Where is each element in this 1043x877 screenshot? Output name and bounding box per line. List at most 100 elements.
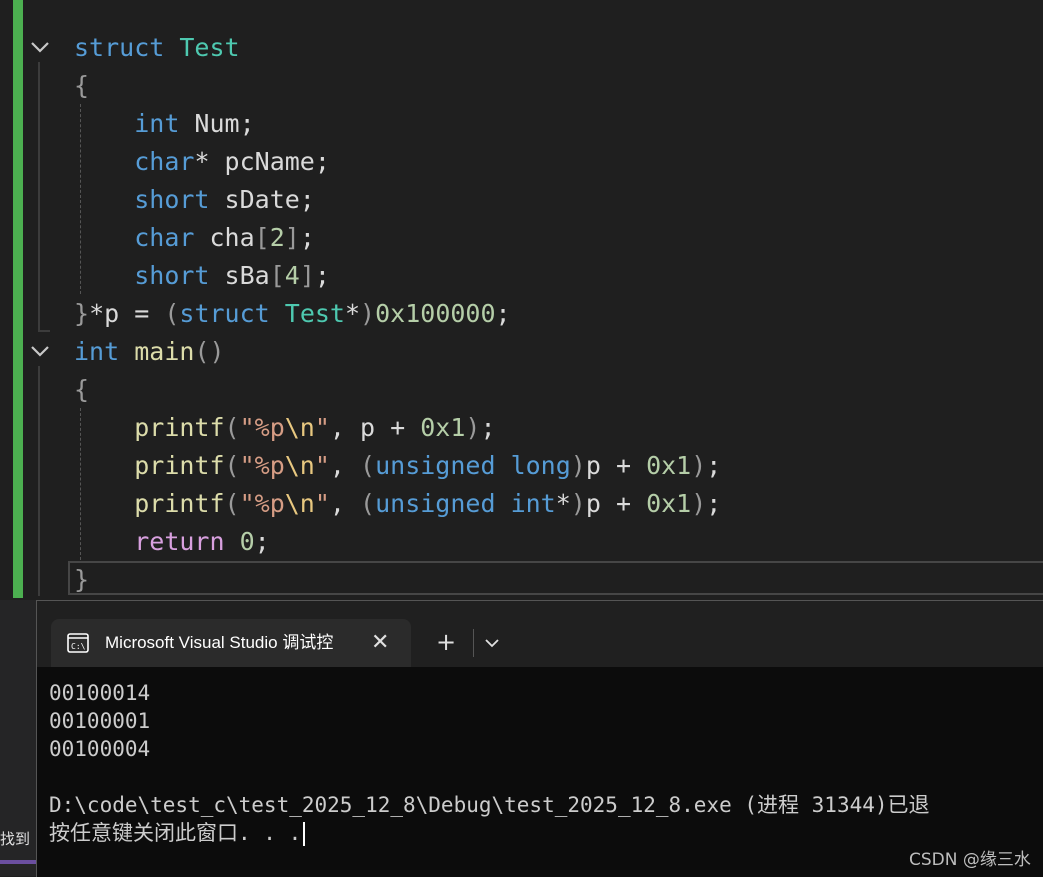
close-icon[interactable]: ✕: [371, 619, 389, 667]
code-token: struct: [179, 299, 270, 328]
watermark-text: CSDN @缘三水: [909, 850, 1031, 870]
code-line[interactable]: short sDate;: [74, 181, 315, 219]
code-token: int: [510, 489, 556, 518]
fold-chevron-icon[interactable]: [28, 35, 52, 59]
code-token: ): [570, 489, 586, 518]
code-token: ): [465, 413, 481, 442]
code-token: }: [74, 299, 90, 328]
code-token: ;: [706, 451, 722, 480]
code-token: {: [74, 71, 90, 100]
code-line[interactable]: {: [74, 67, 89, 105]
code-token: \n: [284, 451, 315, 480]
code-token: ;: [706, 489, 722, 518]
code-token: , p +: [329, 413, 421, 442]
svg-text:C:\: C:\: [71, 642, 86, 651]
fold-region-end: [38, 330, 50, 332]
code-token: unsigned: [375, 451, 496, 480]
code-token: (): [194, 337, 225, 366]
code-token: ;: [314, 261, 330, 290]
code-token: [: [269, 261, 285, 290]
code-line[interactable]: {: [74, 371, 89, 409]
code-token: Test: [179, 33, 240, 62]
code-token: printf: [134, 413, 225, 442]
code-token: char: [134, 223, 195, 252]
code-token: long: [510, 451, 571, 480]
code-token: "%p: [239, 451, 285, 480]
code-token: ,: [329, 489, 361, 518]
code-line[interactable]: char cha[2];: [74, 219, 315, 257]
code-line[interactable]: }*p = (struct Test*)0x100000;: [74, 295, 511, 333]
code-token: *: [344, 299, 361, 328]
code-line[interactable]: }: [74, 561, 89, 599]
code-token: ": [314, 489, 330, 518]
find-results-label[interactable]: 找到: [0, 828, 36, 849]
code-line[interactable]: printf("%p\n", (unsigned long)p + 0x1);: [74, 447, 721, 485]
code-token: (: [360, 489, 376, 518]
code-token: *: [555, 489, 571, 518]
code-token: sDate;: [209, 185, 315, 214]
code-token: (: [224, 489, 240, 518]
code-token: \n: [284, 489, 315, 518]
code-token: ": [314, 451, 330, 480]
code-token: printf: [134, 451, 225, 480]
code-line[interactable]: short sBa[4];: [74, 257, 330, 295]
code-token: [: [254, 223, 270, 252]
code-token: 4: [284, 261, 300, 290]
code-token: 2: [269, 223, 285, 252]
code-token: (: [224, 451, 240, 480]
code-token: 0x1: [646, 489, 692, 518]
terminal-tab-bar: C:\ Microsoft Visual Studio 调试控 ✕ +: [37, 601, 1043, 667]
console-prompt-text: 按任意键关闭此窗口. . .: [49, 821, 302, 845]
code-token: short: [134, 261, 210, 290]
code-token: 0x1: [646, 451, 692, 480]
current-line-highlight: [68, 561, 1043, 595]
code-token: Num;: [179, 109, 255, 138]
code-token: ]: [284, 223, 300, 252]
code-token: 0x1: [420, 413, 466, 442]
new-tab-button[interactable]: +: [435, 627, 457, 657]
code-line[interactable]: int main(): [74, 333, 225, 371]
code-token: ,: [329, 451, 361, 480]
code-token: (: [224, 413, 240, 442]
code-line[interactable]: return 0;: [74, 523, 270, 561]
fold-region-line: [38, 62, 40, 332]
fold-chevron-icon[interactable]: [28, 339, 52, 363]
code-token: * pcName;: [194, 147, 330, 176]
console-output-line: 00100004: [49, 737, 151, 761]
code-line[interactable]: int Num;: [74, 105, 255, 143]
fold-region-line: [38, 366, 40, 596]
code-token: \n: [284, 413, 315, 442]
code-token: printf: [134, 489, 225, 518]
code-line[interactable]: printf("%p\n", (unsigned int*)p + 0x1);: [74, 485, 721, 523]
text-cursor: [303, 822, 306, 846]
tab-debug-console[interactable]: C:\ Microsoft Visual Studio 调试控 ✕: [51, 619, 411, 667]
code-line[interactable]: struct Test: [74, 29, 240, 67]
chevron-down-icon[interactable]: [482, 631, 502, 655]
code-token: (: [164, 299, 180, 328]
code-token: 0x100000: [375, 299, 496, 328]
code-editor[interactable]: struct Test{ int Num; char* pcName; shor…: [0, 0, 1043, 600]
debug-console-window[interactable]: C:\ Microsoft Visual Studio 调试控 ✕ + 0010…: [36, 600, 1043, 877]
code-token: char: [134, 147, 195, 176]
code-token: }: [74, 565, 90, 594]
code-line[interactable]: printf("%p\n", p + 0x1);: [74, 409, 495, 447]
code-token: ): [570, 451, 586, 480]
code-line[interactable]: char* pcName;: [74, 143, 330, 181]
code-token: "%p: [239, 413, 285, 442]
code-token: ;: [495, 299, 511, 328]
code-token: p +: [585, 451, 647, 480]
code-token: Test: [284, 299, 345, 328]
code-token: *p =: [89, 299, 165, 328]
change-indicator-bar: [13, 0, 23, 598]
code-token: ;: [254, 527, 270, 556]
